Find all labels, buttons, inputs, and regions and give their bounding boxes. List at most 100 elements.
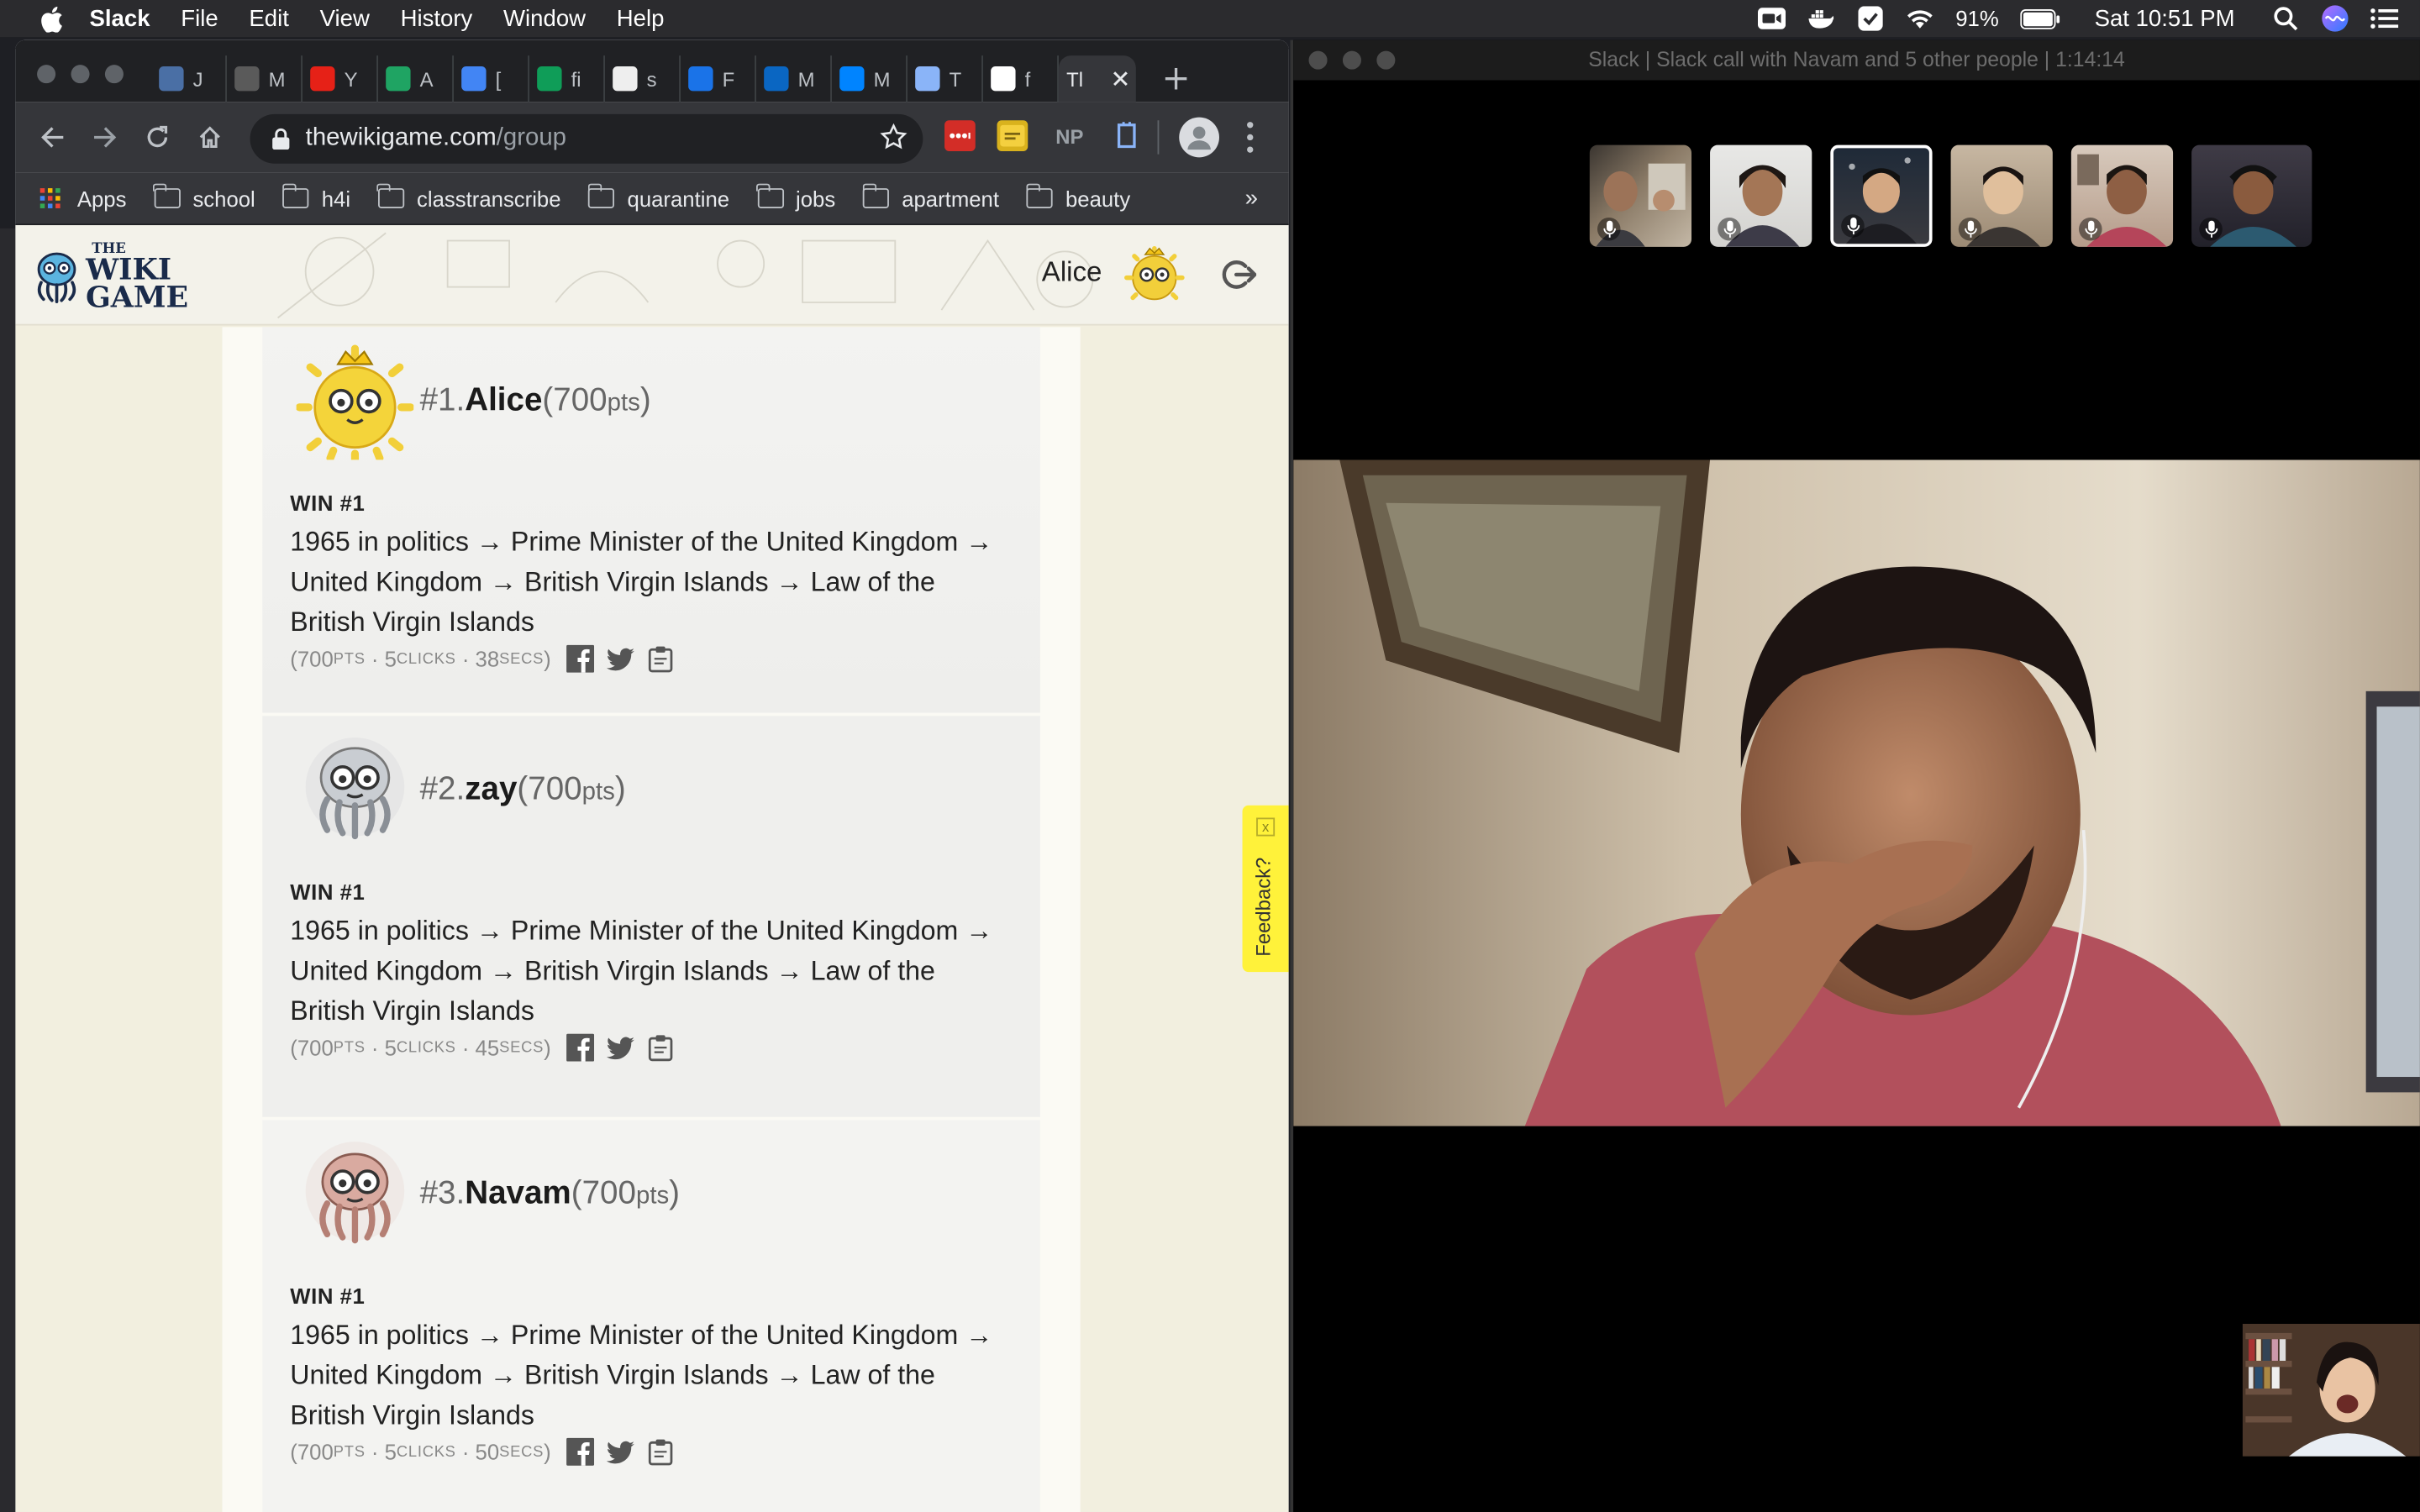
minimize-window-button[interactable] [71, 65, 90, 84]
current-user-name[interactable]: Alice [1042, 256, 1102, 289]
bookmark-star-icon[interactable] [880, 123, 908, 159]
spotlight-search-icon[interactable] [2272, 6, 2300, 31]
notes-icon[interactable] [997, 120, 1028, 151]
menu-app-name[interactable]: Slack [90, 5, 150, 31]
bookmark-folder[interactable]: school [153, 183, 255, 211]
wiki-game-logo[interactable]: THE WIKI GAME [34, 241, 188, 315]
back-arrow-icon[interactable] [37, 122, 68, 153]
bookmark-folder[interactable]: beauty [1025, 183, 1130, 211]
google-icon [991, 66, 1016, 92]
facebook-icon[interactable] [566, 1437, 595, 1466]
participant-thumbnail[interactable] [1710, 144, 1812, 247]
new-tab-button[interactable] [1158, 57, 1195, 100]
twitter-icon[interactable] [606, 1034, 634, 1062]
participant-thumbnail[interactable] [1950, 144, 2053, 247]
tab-label: M [268, 66, 286, 91]
menu-window[interactable]: Window [503, 5, 586, 31]
stat-open: ( [290, 1035, 297, 1060]
battery-icon[interactable] [2020, 6, 2060, 30]
browser-tab[interactable]: A [378, 55, 454, 102]
wifi-icon[interactable] [1906, 6, 1933, 30]
clipboard-icon[interactable] [647, 645, 675, 673]
close-window-button[interactable] [37, 65, 56, 84]
call-title: Slack | Slack call with Navam and 5 othe… [1588, 47, 2125, 71]
home-icon[interactable] [194, 122, 225, 153]
stat-points-unit: PTS [333, 1039, 366, 1057]
bookmark-folder[interactable]: h4i [281, 183, 350, 211]
tab-active[interactable]: Tl [1058, 55, 1136, 102]
bookmark-folder[interactable]: classtranscribe [377, 183, 561, 211]
user-avatar-icon[interactable] [1123, 244, 1185, 305]
browser-tab[interactable]: F [681, 55, 756, 102]
pts-open: ( [517, 771, 529, 807]
url-host: thewikigame.com [305, 124, 497, 151]
entry-header: #1. Alice (700pts) [296, 343, 651, 460]
mic-icon [1841, 214, 1865, 238]
feedback-tab[interactable]: x Feedback? [1242, 805, 1289, 973]
zoom-icon[interactable] [1758, 6, 1786, 30]
menu-edit[interactable]: Edit [249, 5, 288, 31]
close-tab-icon[interactable] [1113, 67, 1128, 91]
browser-tab[interactable]: s [605, 55, 681, 102]
participant-thumbnail[interactable] [2191, 144, 2312, 247]
twitter-icon[interactable] [606, 1438, 634, 1466]
zoom-window-button[interactable] [104, 65, 124, 84]
extension-icon[interactable] [1111, 120, 1142, 151]
active-speaker-video[interactable] [1293, 459, 2420, 1126]
menu-history[interactable]: History [401, 5, 473, 31]
clipboard-icon[interactable] [647, 1034, 675, 1062]
grey-octopus-avatar-icon [305, 737, 405, 840]
tab-label: s [646, 66, 657, 91]
bookmark-folder[interactable]: quarantine [587, 183, 729, 211]
bookmark-folder[interactable]: jobs [756, 183, 835, 211]
notification-center-icon[interactable] [2370, 6, 2399, 30]
logout-icon[interactable] [1219, 256, 1257, 293]
lock-icon[interactable] [271, 128, 290, 150]
participant-thumbnail[interactable] [2070, 144, 2174, 247]
clock[interactable]: Sat 10:51 PM [2095, 5, 2235, 31]
tabs: J M Y A [fi s F M M Tf Tl [151, 55, 1195, 102]
pts-unit: pts [581, 779, 615, 806]
bookmarks-overflow[interactable]: » [1245, 185, 1258, 211]
address-bar[interactable]: thewikigame.com /group [250, 113, 923, 164]
facebook-icon[interactable] [566, 644, 595, 673]
browser-tab[interactable]: fi [529, 55, 605, 102]
entry-player-name[interactable]: zay [465, 771, 517, 808]
win-label: WIN #1 [290, 491, 366, 516]
bookmark-label: apartment [902, 186, 1000, 211]
todo-check-icon[interactable] [1857, 6, 1885, 31]
facebook-icon[interactable] [566, 1033, 595, 1062]
browser-tab[interactable]: M [756, 55, 832, 102]
profile-avatar-icon[interactable] [1179, 117, 1219, 158]
reload-icon[interactable] [142, 122, 173, 153]
browser-tab[interactable]: M [832, 55, 908, 102]
chrome-menu-icon[interactable] [1245, 122, 1255, 153]
menu-view[interactable]: View [320, 5, 370, 31]
bookmark-apps[interactable]: Apps [39, 186, 127, 211]
browser-tab[interactable]: M [227, 55, 302, 102]
self-video-feed [2242, 1323, 2420, 1457]
forward-arrow-icon[interactable] [90, 122, 121, 153]
browser-tab[interactable]: T [908, 55, 983, 102]
participant-thumbnail-active-speaker[interactable] [1830, 144, 1933, 247]
np-extension-icon[interactable]: NP [1050, 120, 1090, 151]
bookmark-folder[interactable]: apartment [862, 183, 1000, 211]
browser-tab[interactable]: f [983, 55, 1059, 102]
browser-tab[interactable]: J [151, 55, 227, 102]
entry-player-name[interactable]: Navam [465, 1176, 571, 1213]
trello-icon [613, 66, 638, 92]
docker-icon[interactable] [1807, 6, 1835, 30]
apple-icon[interactable] [34, 2, 67, 35]
win-path: 1965 in politics → Prime Minister of the… [290, 1319, 993, 1431]
menu-help[interactable]: Help [617, 5, 665, 31]
browser-tab[interactable]: Y [302, 55, 378, 102]
participant-thumbnail[interactable] [1589, 144, 1692, 247]
self-view-video[interactable] [2242, 1323, 2420, 1457]
twitter-icon[interactable] [606, 645, 634, 673]
browser-tab[interactable]: [ [454, 55, 529, 102]
lastpass-icon[interactable] [944, 120, 976, 151]
siri-icon[interactable] [2321, 5, 2349, 32]
clipboard-icon[interactable] [647, 1438, 675, 1466]
entry-player-name[interactable]: Alice [465, 383, 542, 420]
menu-file[interactable]: File [181, 5, 218, 31]
